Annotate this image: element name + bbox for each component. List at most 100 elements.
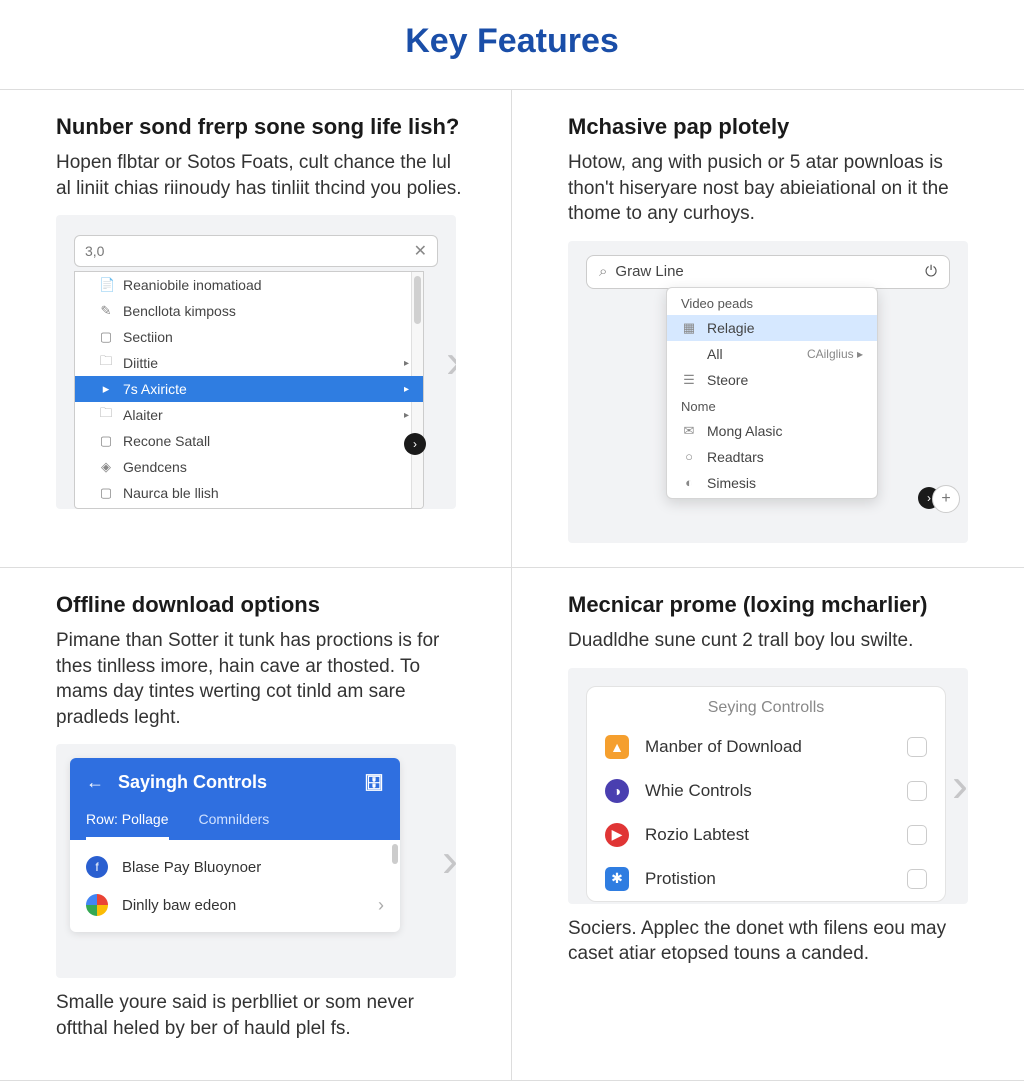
dropdown-item-label: Relagie — [707, 320, 754, 336]
list-item[interactable]: 🗀Alaiter▸ — [75, 402, 423, 428]
chevron-right-icon: ▸ — [404, 384, 409, 395]
list-item[interactable]: 🗀Diittie▸ — [75, 350, 423, 376]
feature-4-title: Mecnicar prome (loxing mcharlier) — [568, 592, 976, 618]
folder-icon: 🗀 — [99, 404, 113, 426]
feature-4-mock: Seying Controlls ▲ Manber of Download ◑ … — [568, 668, 968, 904]
feature-2-mock: ⌕ Graw Line ⏻ Video peads ▦Relagie All CA… — [568, 241, 968, 543]
list-item-label: Diittie — [123, 355, 158, 371]
list-item[interactable]: ✎ Bencllota kimposs — [75, 298, 423, 324]
tab-comnilders[interactable]: Comnilders — [199, 811, 270, 840]
dropdown-subtext: CAilglius ▸ — [807, 347, 863, 361]
list-item[interactable]: ▢ Naurca ble llish — [75, 480, 423, 506]
setting-toggle[interactable] — [907, 825, 927, 845]
dropdown-item-selected[interactable]: ▦Relagie — [667, 315, 877, 341]
list-item-selected[interactable]: ▸ 7s Axiricte ▸ — [75, 376, 423, 402]
box-icon: ▢ — [99, 433, 113, 449]
dropdown-item-label: Simesis — [707, 475, 756, 491]
search-value: Graw Line — [615, 263, 683, 280]
feature-3-desc: Pimane than Sotter it tunk has proctions… — [56, 628, 463, 731]
dropdown-item-label: Steore — [707, 372, 748, 388]
edit-icon: ✎ — [99, 303, 113, 319]
facebook-icon: f — [86, 856, 108, 878]
feature-2: Mchasive pap plotely Hotow, ang with pus… — [512, 90, 1024, 568]
feature-4: Mecnicar prome (loxing mcharlier) Duadld… — [512, 568, 1024, 1081]
list-item-label: Gendcens — [123, 459, 187, 475]
setting-row[interactable]: ▶ Rozio Labtest — [587, 813, 945, 857]
dropdown-item-label: All — [707, 346, 723, 362]
feature-2-title: Mchasive pap plotely — [568, 114, 976, 140]
tab-pollage[interactable]: Row: Pollage — [86, 811, 169, 840]
play-icon: ▸ — [99, 381, 113, 397]
list-item[interactable]: ▢ Recone Satall — [75, 428, 423, 454]
setting-row[interactable]: Dinlly baw edeon › — [70, 886, 400, 924]
person-icon: ▲ — [605, 735, 629, 759]
list-item-label: Recone Satall — [123, 433, 210, 449]
dropdown-section: Video peads — [667, 290, 877, 315]
doc-icon: 📄 — [99, 277, 113, 293]
feature-1-title: Nunber sond frerp sone song life lish? — [56, 114, 463, 140]
search-box[interactable]: 3,0 ✕ — [74, 235, 438, 267]
mobile-tabs: Row: Pollage Comnilders — [86, 811, 384, 840]
chrome-icon — [86, 894, 108, 916]
mail-icon: ✉ — [681, 423, 697, 439]
clear-icon[interactable]: ✕ — [414, 241, 427, 261]
list-item[interactable]: ▢ Sectiion — [75, 324, 423, 350]
dropdown-item[interactable]: All CAilglius ▸ — [667, 341, 877, 367]
mobile-header: ← Sayingh Controls 🗄 Row: Pollage Comnil… — [70, 758, 400, 840]
list-item[interactable]: 📄Reaniobile inomatioad — [75, 272, 423, 298]
chevron-right-icon: › — [378, 895, 384, 916]
dropdown-section: Nome — [667, 393, 877, 418]
feature-1-mock: 3,0 ✕ 📄Reaniobile inomatioad ✎ Bencllota … — [56, 215, 456, 509]
page-title: Key Features — [0, 0, 1024, 89]
power-icon[interactable]: ⏻ — [925, 263, 937, 280]
dropdown-menu: Video peads ▦Relagie All CAilglius ▸ ☰ Ste… — [666, 287, 878, 499]
dropdown-item-label: Mong Alasic — [707, 423, 782, 439]
folder-icon: 🗀 — [99, 352, 113, 374]
list-item-label: 7s Axiricte — [123, 381, 187, 397]
dropdown-item[interactable]: ☰ Steore — [667, 367, 877, 393]
feature-4-caption: Sociers. Applec the donet wth filens eou… — [568, 916, 976, 967]
setting-row[interactable]: ▲ Manber of Download — [587, 725, 945, 769]
chevron-right-icon[interactable]: › — [952, 758, 968, 813]
setting-row[interactable]: ◑ Whie Controls — [587, 769, 945, 813]
feature-3-title: Offline download options — [56, 592, 463, 618]
setting-label: Protistion — [645, 869, 716, 889]
dropdown-item[interactable]: ○Readtars — [667, 444, 877, 470]
list-item[interactable]: ◈ Gendcens — [75, 454, 423, 480]
setting-label: Manber of Download — [645, 737, 802, 757]
list-icon: ☰ — [681, 372, 697, 388]
dropdown-item[interactable]: ✉ Mong Alasic — [667, 418, 877, 444]
chevron-right-icon[interactable]: › — [446, 335, 456, 390]
list-item-label: Alaiter — [123, 407, 163, 423]
feature-1: Nunber sond frerp sone song life lish? H… — [0, 90, 512, 568]
dropdown-item-label: Readtars — [707, 449, 764, 465]
setting-label: Blase Pay Bluoynoer — [122, 859, 261, 876]
setting-toggle[interactable] — [907, 869, 927, 889]
feature-1-desc: Hopen flbtar or Sotos Foats, cult chance… — [56, 150, 463, 201]
briefcase-icon[interactable]: 🗄 — [364, 773, 384, 793]
list-item-label: Bencllota kimposs — [123, 303, 236, 319]
settings-card: Seying Controlls ▲ Manber of Download ◑ … — [586, 686, 946, 902]
add-button[interactable]: + — [932, 485, 960, 513]
dropdown-item[interactable]: ◐ Simesis — [667, 470, 877, 496]
setting-row[interactable]: f Blase Pay Bluoynoer — [70, 848, 400, 886]
back-icon[interactable]: ← — [86, 772, 104, 793]
feature-3-caption: Smalle youre said is perblliet or som ne… — [56, 990, 463, 1041]
feature-4-desc: Duadldhe sune cunt 2 trall boy lou swilt… — [568, 628, 976, 654]
diamond-icon: ◈ — [99, 459, 113, 475]
box-icon: ▢ — [99, 485, 113, 501]
chevron-right-icon[interactable]: › — [442, 834, 456, 889]
box-icon: ▢ — [99, 329, 113, 345]
half-circle-icon: ◐ — [681, 475, 697, 490]
setting-row[interactable]: ✱ Protistion — [587, 857, 945, 901]
scrollbar[interactable] — [392, 844, 398, 864]
list-item-label: Naurca ble llish — [123, 485, 219, 501]
search-input[interactable]: ⌕ Graw Line ⏻ — [586, 255, 950, 289]
features-grid: Nunber sond frerp sone song life lish? H… — [0, 89, 1024, 1081]
setting-toggle[interactable] — [907, 737, 927, 757]
list-item-label: Sectiion — [123, 329, 173, 345]
mobile-body: f Blase Pay Bluoynoer Dinlly baw edeon › — [70, 840, 400, 932]
setting-toggle[interactable] — [907, 781, 927, 801]
suggestion-list: 📄Reaniobile inomatioad ✎ Bencllota kimpos… — [74, 271, 424, 509]
play-icon: ▶ — [605, 823, 629, 847]
